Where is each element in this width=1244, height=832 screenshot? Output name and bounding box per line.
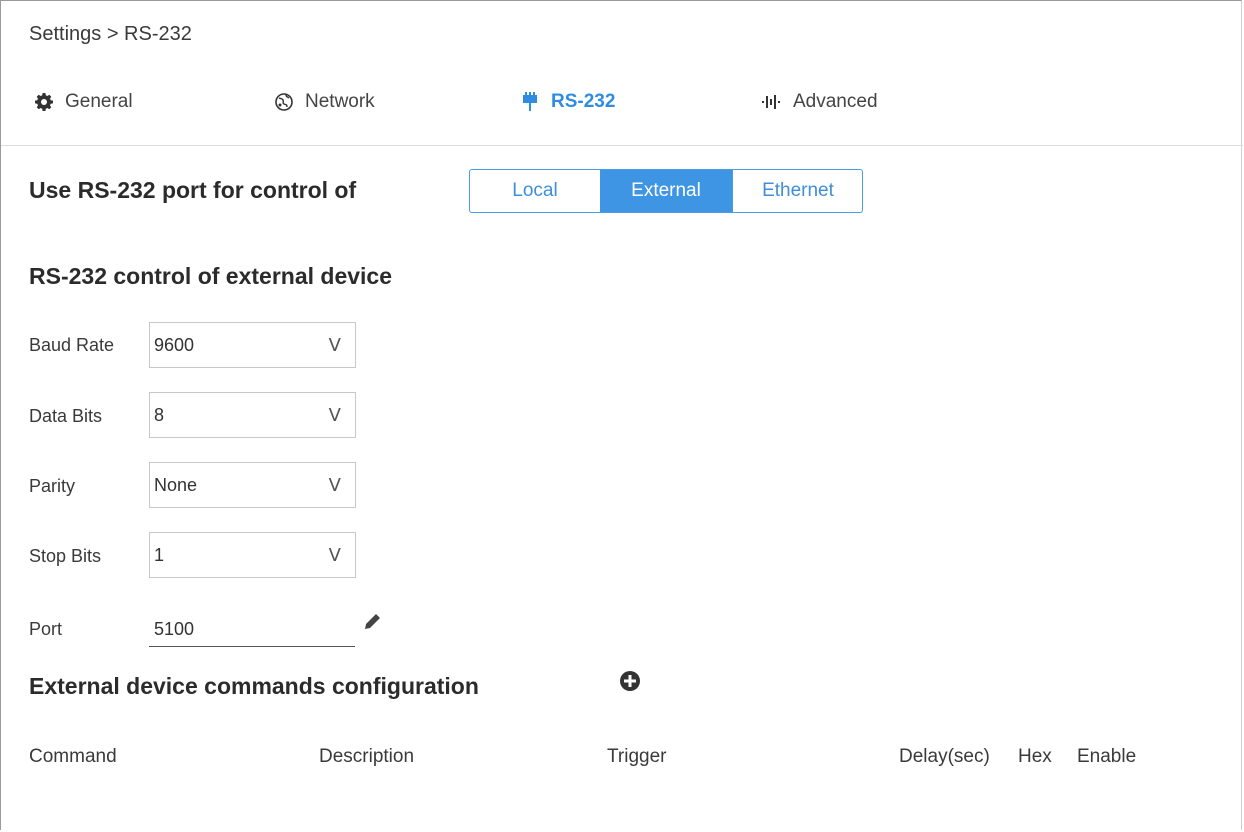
port-input[interactable]: 5100 — [149, 613, 355, 647]
network-globe-icon — [273, 91, 295, 113]
parity-value: None — [154, 474, 198, 495]
control-option-ethernet[interactable]: Ethernet — [732, 170, 862, 212]
serial-connector-icon — [519, 91, 541, 113]
column-header-delay: Delay(sec) — [899, 746, 990, 767]
stop-bits-label: Stop Bits — [29, 546, 102, 566]
external-section-title: RS-232 control of external device — [29, 263, 393, 289]
tab-advanced[interactable]: Advanced — [761, 91, 878, 113]
tab-label: General — [65, 91, 133, 112]
stop-bits-select[interactable]: 1 V — [149, 532, 356, 578]
column-header-hex: Hex — [1018, 746, 1052, 767]
control-option-external[interactable]: External — [600, 170, 732, 212]
tab-label: RS-232 — [551, 91, 616, 112]
tab-network[interactable]: Network — [273, 91, 375, 113]
data-bits-label: Data Bits — [29, 406, 103, 426]
tab-label: Network — [305, 91, 375, 112]
chevron-down-icon: V — [328, 334, 341, 356]
baud-rate-label: Baud Rate — [29, 335, 115, 355]
tab-rs232[interactable]: RS-232 — [519, 91, 615, 113]
port-label: Port — [29, 619, 63, 639]
column-header-enable: Enable — [1077, 746, 1137, 767]
column-header-command: Command — [29, 746, 117, 767]
control-option-local[interactable]: Local — [470, 170, 600, 212]
settings-panel: Settings > RS-232 General Network RS-232… — [0, 0, 1243, 830]
stop-bits-value: 1 — [154, 544, 165, 565]
parity-label: Parity — [29, 476, 76, 496]
breadcrumb: Settings > RS-232 — [29, 23, 192, 45]
data-bits-select[interactable]: 8 V — [149, 392, 356, 438]
gear-icon — [33, 91, 55, 113]
equalizer-icon — [761, 91, 783, 113]
baud-rate-value: 9600 — [154, 334, 195, 355]
tab-label: Advanced — [793, 91, 878, 112]
pencil-icon[interactable] — [362, 610, 384, 632]
add-command-icon[interactable] — [619, 670, 641, 692]
baud-rate-select[interactable]: 9600 V — [149, 322, 356, 368]
column-header-trigger: Trigger — [607, 746, 667, 767]
data-bits-value: 8 — [154, 404, 165, 425]
parity-select[interactable]: None V — [149, 462, 356, 508]
chevron-down-icon: V — [328, 474, 341, 496]
control-mode-selector: Local External Ethernet — [469, 169, 863, 213]
tab-general[interactable]: General — [33, 91, 133, 113]
control-section-title: Use RS-232 port for control of — [29, 177, 357, 203]
commands-section-title: External device commands configuration — [29, 673, 479, 699]
chevron-down-icon: V — [328, 544, 341, 566]
tab-bar: General Network RS-232 Advanced — [1, 85, 1243, 146]
column-header-description: Description — [319, 746, 415, 767]
chevron-down-icon: V — [328, 404, 341, 426]
